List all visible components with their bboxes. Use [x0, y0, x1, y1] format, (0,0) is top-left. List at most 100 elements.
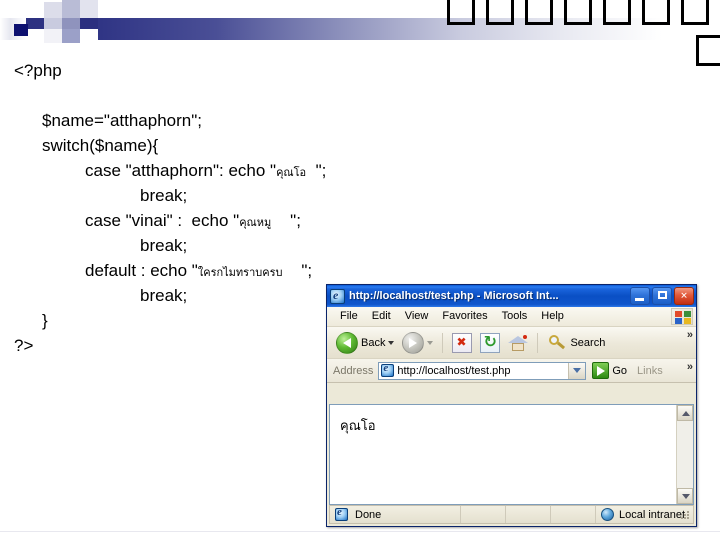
windows-flag-icon [671, 308, 693, 325]
header-square [80, 29, 98, 43]
code-text: default : echo " [85, 261, 198, 280]
status-blank-cell [461, 506, 506, 523]
title-glyph-box [681, 0, 709, 25]
browser-window: http://localhost/test.php - Microsoft In… [326, 284, 697, 527]
toolbar: Back Search [327, 327, 696, 359]
title-glyph-box [642, 0, 670, 25]
window-controls: ✕ [630, 287, 694, 305]
refresh-icon [480, 332, 501, 353]
ie-logo-icon [330, 288, 345, 304]
code-text: case "vinai" : echo " [85, 211, 240, 230]
menu-item-help[interactable]: Help [534, 307, 571, 326]
search-button[interactable]: Search [543, 330, 609, 356]
menu-item-tools[interactable]: Tools [495, 307, 535, 326]
code-line: break; [140, 236, 188, 255]
slide: <?php $name="atthaphorn"; switch($name){ ca… [0, 0, 720, 540]
scroll-up-button[interactable] [677, 405, 693, 421]
menu-item-view[interactable]: View [398, 307, 436, 326]
code-line: case "vinai" : echo "คุณหมู "; [0, 208, 460, 233]
code-text: "; [271, 211, 301, 230]
thai-string-literal: คุณหมู [239, 217, 272, 229]
code-line: break; [140, 186, 188, 205]
header-square [62, 18, 80, 29]
browser-titlebar: http://localhost/test.php - Microsoft In… [327, 285, 696, 307]
header-square [80, 0, 98, 18]
code-line: <?php [14, 61, 62, 80]
slide-title-missing-glyph [696, 35, 720, 66]
back-label: Back [361, 336, 386, 349]
globe-icon [601, 508, 614, 521]
footer-divider [0, 531, 720, 532]
home-button[interactable] [504, 330, 532, 356]
close-button[interactable]: ✕ [674, 287, 694, 305]
title-glyph-box [447, 0, 475, 25]
security-zone-label: Local intranet [619, 508, 686, 521]
title-glyph-box [525, 0, 553, 25]
header-square [28, 6, 44, 18]
slide-title-missing-glyphs [447, 0, 709, 25]
toolbar-divider [537, 332, 539, 353]
minimize-button[interactable] [630, 287, 650, 305]
thai-string-literal: ใครกไมทราบครบ [197, 267, 283, 279]
menu-bar: File Edit View Favorites Tools Help [327, 307, 696, 327]
back-dropdown-icon[interactable] [388, 340, 395, 345]
menu-item-favorites[interactable]: Favorites [435, 307, 494, 326]
stop-button[interactable] [448, 330, 476, 356]
header-square [44, 2, 62, 18]
forward-button[interactable] [398, 330, 437, 356]
code-line: default : echo "ใครกไมทราบครบ "; [0, 258, 460, 283]
address-overflow-icon[interactable]: » [687, 361, 693, 373]
stop-icon [452, 332, 473, 353]
page-content: คุณโอ [340, 418, 376, 433]
header-square [44, 18, 62, 29]
maximize-button[interactable] [652, 287, 672, 305]
header-square [62, 0, 80, 18]
code-line: $name="atthaphorn"; [42, 111, 202, 130]
header-square [44, 29, 62, 43]
go-label: Go [612, 364, 628, 377]
vertical-scrollbar[interactable] [676, 405, 693, 504]
page-viewport: คุณโอ [329, 404, 694, 505]
address-value: http://localhost/test.php [397, 364, 511, 377]
menu-item-edit[interactable]: Edit [365, 307, 398, 326]
close-icon: ✕ [680, 290, 688, 301]
menu-item-file[interactable]: File [333, 307, 365, 326]
title-glyph-box [564, 0, 592, 25]
status-blank-cell [506, 506, 551, 523]
address-bar: Address http://localhost/test.php Go Lin… [327, 359, 696, 383]
header-square [26, 29, 44, 43]
code-text: "; [306, 161, 327, 180]
toolbar-divider [442, 332, 444, 353]
go-button[interactable]: Go [592, 362, 627, 379]
page-icon [381, 362, 395, 377]
address-dropdown-button[interactable] [568, 362, 586, 379]
search-label: Search [570, 336, 606, 349]
home-icon [508, 333, 529, 353]
forward-arrow-icon [402, 331, 425, 354]
toolbar-overflow-icon[interactable]: » [687, 329, 693, 341]
search-icon [547, 333, 567, 353]
address-label: Address [333, 364, 374, 377]
window-title: http://localhost/test.php - Microsoft In… [349, 290, 559, 302]
status-message: Done [355, 508, 382, 521]
back-button[interactable]: Back [332, 330, 398, 356]
code-line: switch($name){ [42, 136, 159, 155]
status-message-cell: Done [330, 506, 461, 523]
code-text: "; [282, 261, 313, 280]
header-square [62, 29, 80, 43]
title-glyph-box [603, 0, 631, 25]
scroll-down-button[interactable] [677, 488, 693, 504]
status-blank-cell [551, 506, 596, 523]
resize-grip[interactable] [681, 511, 691, 521]
header-square [0, 0, 14, 18]
page-status-icon [335, 506, 348, 521]
title-glyph-box [486, 0, 514, 25]
forward-dropdown-icon[interactable] [427, 340, 434, 345]
thai-string-literal: คุณโอ [276, 167, 307, 179]
address-input[interactable]: http://localhost/test.php [378, 361, 587, 380]
header-square [80, 18, 98, 29]
refresh-button[interactable] [476, 330, 504, 356]
back-arrow-icon [336, 331, 358, 354]
links-button[interactable]: Links [637, 365, 663, 377]
